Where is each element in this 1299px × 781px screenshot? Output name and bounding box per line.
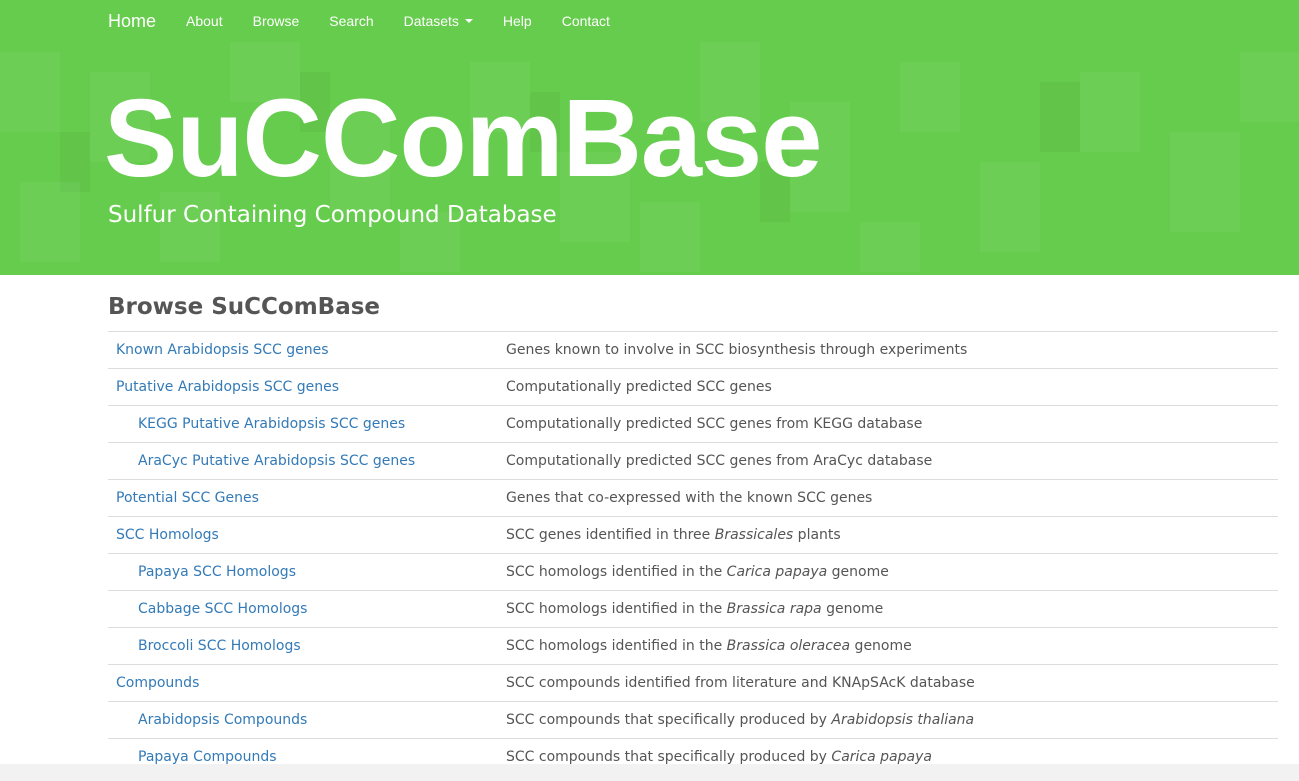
caret-down-icon [464,19,473,23]
browse-link[interactable]: Potential SCC Genes [116,490,259,506]
browse-link[interactable]: Broccoli SCC Homologs [138,638,301,654]
nav-datasets-label: Datasets [403,13,459,29]
browse-link[interactable]: KEGG Putative Arabidopsis SCC genes [138,416,405,432]
table-row: Known Arabidopsis SCC genes Genes known … [108,331,1278,369]
site-subtitle: Sulfur Containing Compound Database [108,202,557,228]
row-description: Computationally predicted SCC genes [506,379,772,395]
top-navbar: Home About Browse Search Datasets Help C… [0,0,1299,42]
table-row: Cabbage SCC Homologs SCC homologs identi… [108,590,1278,628]
browse-link[interactable]: Papaya SCC Homologs [138,564,296,580]
browse-link[interactable]: Putative Arabidopsis SCC genes [116,379,339,395]
browse-link[interactable]: Papaya Compounds [138,749,277,765]
table-row: Arabidopsis Compounds SCC compounds that… [108,701,1278,739]
main-content: Browse SuCComBase Known Arabidopsis SCC … [0,275,1299,765]
row-description: SCC compounds that specifically produced… [506,712,975,728]
browse-link[interactable]: AraCyc Putative Arabidopsis SCC genes [138,453,415,469]
table-row: AraCyc Putative Arabidopsis SCC genes Co… [108,442,1278,480]
nav-home-link[interactable]: Home [108,11,156,32]
row-description: Genes known to involve in SCC biosynthes… [506,342,968,358]
row-description: SCC genes identified in three Brassicale… [506,527,841,543]
table-row: SCC Homologs SCC genes identified in thr… [108,516,1278,554]
row-description: SCC compounds identified from literature… [506,675,975,691]
row-description: Computationally predicted SCC genes from… [506,453,933,469]
table-row: KEGG Putative Arabidopsis SCC genes Comp… [108,405,1278,443]
browse-link[interactable]: Known Arabidopsis SCC genes [116,342,329,358]
table-row: Potential SCC Genes Genes that co-expres… [108,479,1278,517]
browse-link[interactable]: Arabidopsis Compounds [138,712,307,728]
browse-link[interactable]: SCC Homologs [116,527,219,543]
nav-search-link[interactable]: Search [329,13,373,29]
browse-link[interactable]: Compounds [116,675,199,691]
page-title: Browse SuCComBase [108,294,381,320]
browse-table: Known Arabidopsis SCC genes Genes known … [108,331,1278,776]
site-title: SuCComBase [104,77,822,200]
table-row: Compounds SCC compounds identified from … [108,664,1278,702]
browse-link[interactable]: Cabbage SCC Homologs [138,601,307,617]
table-row: Papaya SCC Homologs SCC homologs identif… [108,553,1278,591]
nav-about-link[interactable]: About [186,13,223,29]
hero-banner: SuCComBase Sulfur Containing Compound Da… [0,42,1299,275]
row-description: SCC homologs identified in the Brassica … [506,601,884,617]
nav-browse-link[interactable]: Browse [253,13,300,29]
row-description: SCC homologs identified in the Brassica … [506,638,912,654]
row-description: SCC homologs identified in the Carica pa… [506,564,889,580]
nav-datasets-dropdown[interactable]: Datasets [404,13,473,29]
row-description: Computationally predicted SCC genes from… [506,416,923,432]
bottom-strip [0,764,1299,781]
table-row: Putative Arabidopsis SCC genes Computati… [108,368,1278,406]
nav-help-link[interactable]: Help [503,13,532,29]
table-row: Broccoli SCC Homologs SCC homologs ident… [108,627,1278,665]
row-description: Genes that co-expressed with the known S… [506,490,873,506]
nav-contact-link[interactable]: Contact [562,13,610,29]
